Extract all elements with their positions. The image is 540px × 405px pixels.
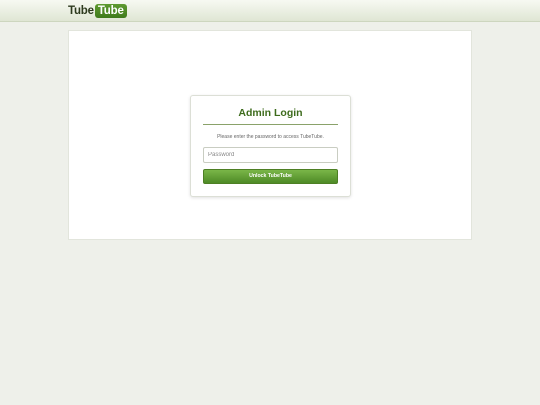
login-description: Please enter the password to access Tube… <box>217 134 324 140</box>
logo-text-part2: Tube <box>94 3 127 18</box>
title-divider <box>203 124 338 125</box>
password-input[interactable] <box>203 147 338 163</box>
login-title: Admin Login <box>238 107 303 119</box>
logo[interactable]: Tube Tube <box>68 3 127 18</box>
main-panel: Admin Login Please enter the password to… <box>68 30 472 240</box>
unlock-button[interactable]: Unlock TubeTube <box>203 169 338 184</box>
login-card: Admin Login Please enter the password to… <box>190 95 351 197</box>
logo-text-part1: Tube <box>68 4 94 17</box>
top-bar: Tube Tube <box>0 0 540 22</box>
